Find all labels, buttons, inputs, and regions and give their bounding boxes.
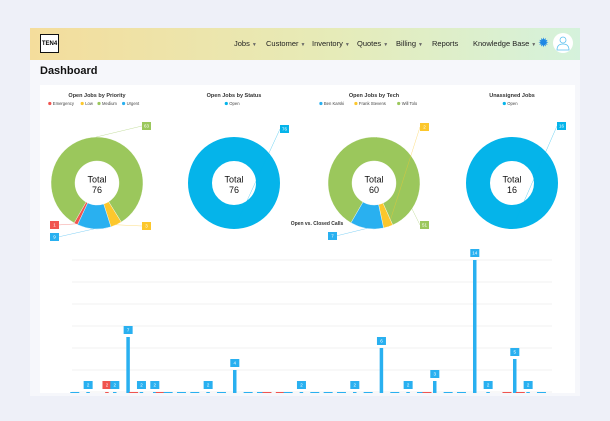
donut-chart-2: Open Jobs by StatusOpen76Total76 bbox=[188, 93, 289, 230]
callout-line bbox=[96, 125, 143, 138]
legend-label: Low bbox=[85, 101, 94, 106]
legend-marker bbox=[224, 101, 228, 106]
top-nav-bar: TEN4 Jobs ▼ Customer ▼ Inventory ▼ Quotes ▼ Bill… bbox=[30, 28, 580, 60]
dashboard-card: Open Jobs by Priority Emergency Low Medium U… bbox=[40, 85, 575, 396]
donut-chart-3: Open Jobs by Tech Ben Karski Frank Stevens… bbox=[319, 93, 429, 240]
legend-item[interactable]: Frank Stevens bbox=[354, 101, 386, 106]
donut-chart-1: Open Jobs by Priority Emergency Low Medium U… bbox=[48, 93, 151, 241]
callout-value: 16 bbox=[559, 124, 565, 129]
legend-item[interactable]: Emergency bbox=[48, 101, 75, 106]
open-bar[interactable] bbox=[233, 370, 237, 396]
legend-item[interactable]: Ben Karski bbox=[319, 101, 344, 106]
legend-marker bbox=[319, 101, 323, 106]
legend-label: Medium bbox=[102, 101, 117, 106]
nav-item-customer[interactable]: Customer ▼ bbox=[266, 39, 305, 48]
legend-marker bbox=[48, 101, 52, 106]
open-bar[interactable] bbox=[299, 392, 304, 396]
donut-total: 60 bbox=[369, 185, 379, 195]
bar-value-label: 14 bbox=[472, 251, 478, 256]
donut-total: 16 bbox=[507, 185, 517, 195]
chart-title: Open Jobs by Tech bbox=[349, 93, 400, 99]
open-bar[interactable] bbox=[139, 392, 144, 396]
open-bar[interactable] bbox=[379, 348, 384, 396]
nav-label: Jobs bbox=[234, 39, 250, 48]
legend-label: Emergency bbox=[53, 101, 75, 106]
chart-title: Unassigned Jobs bbox=[489, 93, 535, 99]
chart-title: Open Jobs by Priority bbox=[68, 93, 126, 99]
donut-center-label: Total bbox=[224, 175, 243, 185]
open-bar[interactable] bbox=[353, 392, 357, 396]
donut-total: 76 bbox=[92, 185, 102, 195]
nav-item-billing[interactable]: Billing ▼ bbox=[396, 39, 423, 48]
legend-marker bbox=[354, 101, 358, 106]
callout-line bbox=[57, 228, 95, 238]
legend-label: Open bbox=[229, 101, 240, 106]
legend-marker bbox=[97, 101, 101, 106]
nav-item-reports[interactable]: Reports bbox=[432, 39, 458, 48]
open-bar[interactable] bbox=[406, 392, 410, 396]
legend-label: Urgent bbox=[127, 101, 140, 106]
chevron-down-icon: ▼ bbox=[344, 42, 350, 48]
chart-title: Open Jobs by Status bbox=[207, 93, 262, 99]
callout-value: 63 bbox=[144, 124, 150, 129]
open-bar[interactable] bbox=[473, 260, 477, 396]
nav-label: Billing bbox=[396, 39, 417, 48]
open-bar[interactable] bbox=[126, 337, 130, 396]
donut-center-label: Total bbox=[87, 175, 106, 185]
nav-item-knowledge-base[interactable]: Knowledge Base ▼ bbox=[473, 39, 536, 48]
nav-label: Quotes bbox=[357, 39, 382, 48]
open-bar[interactable] bbox=[433, 381, 437, 396]
nav-item-quotes[interactable]: Quotes ▼ bbox=[357, 39, 388, 48]
donut-center-label: Total bbox=[364, 175, 383, 185]
legend-marker bbox=[80, 101, 84, 106]
closed-bar[interactable] bbox=[105, 392, 109, 396]
legend-item[interactable]: Open bbox=[224, 101, 241, 106]
bar-chart-open-vs-closed: Open vs. Closed Calls1020022071202110101… bbox=[70, 221, 552, 396]
legend-item[interactable]: Will Tolo bbox=[397, 101, 418, 106]
donut-total: 76 bbox=[229, 185, 239, 195]
legend-marker bbox=[122, 101, 126, 106]
callout-line bbox=[57, 223, 76, 226]
page-title: Dashboard bbox=[40, 65, 98, 77]
callout-line bbox=[335, 228, 367, 237]
legend-marker bbox=[502, 101, 506, 106]
open-bar[interactable] bbox=[206, 392, 210, 396]
nav-label: Customer bbox=[266, 39, 299, 48]
legend-item[interactable]: Open bbox=[502, 101, 519, 106]
open-bar[interactable] bbox=[513, 359, 517, 396]
legend-item[interactable]: Urgent bbox=[122, 101, 140, 106]
donut-chart-4: Unassigned JobsOpen16Total16 bbox=[466, 93, 566, 230]
nav-label: Knowledge Base bbox=[473, 39, 530, 48]
legend-item[interactable]: Low bbox=[80, 101, 94, 106]
chart-title: Open vs. Closed Calls bbox=[291, 221, 344, 227]
gear-icon[interactable]: ✹ bbox=[538, 36, 550, 49]
open-bar[interactable] bbox=[113, 392, 117, 396]
legend-label: Open bbox=[507, 101, 518, 106]
logo[interactable]: TEN4 bbox=[40, 34, 59, 53]
legend-label: Will Tolo bbox=[402, 101, 418, 106]
chevron-down-icon: ▼ bbox=[531, 42, 537, 48]
app-window: TEN4 Jobs ▼ Customer ▼ Inventory ▼ Quotes ▼ Bill… bbox=[30, 28, 580, 396]
callout-value: 76 bbox=[282, 127, 288, 132]
nav-item-inventory[interactable]: Inventory ▼ bbox=[312, 39, 350, 48]
dashboard-charts: Open Jobs by Priority Emergency Low Medium U… bbox=[48, 93, 566, 396]
open-bar[interactable] bbox=[526, 392, 530, 396]
nav-item-jobs[interactable]: Jobs ▼ bbox=[234, 39, 257, 48]
nav-label: Inventory bbox=[312, 39, 343, 48]
legend-item[interactable]: Medium bbox=[97, 101, 117, 106]
chevron-down-icon: ▼ bbox=[383, 42, 389, 48]
legend-marker bbox=[397, 101, 401, 106]
callout-value: 51 bbox=[422, 223, 428, 228]
donut-center-label: Total bbox=[502, 175, 521, 185]
open-bar[interactable] bbox=[86, 392, 90, 396]
open-bar[interactable] bbox=[486, 392, 490, 396]
chevron-down-icon: ▼ bbox=[418, 42, 423, 48]
chevron-down-icon: ▼ bbox=[300, 42, 306, 48]
legend-label: Frank Stevens bbox=[359, 101, 386, 106]
user-avatar-icon[interactable] bbox=[553, 33, 573, 53]
chevron-down-icon: ▼ bbox=[251, 42, 257, 48]
callout-line bbox=[116, 224, 143, 227]
nav-label: Reports bbox=[432, 39, 459, 48]
legend-label: Ben Karski bbox=[324, 101, 344, 106]
